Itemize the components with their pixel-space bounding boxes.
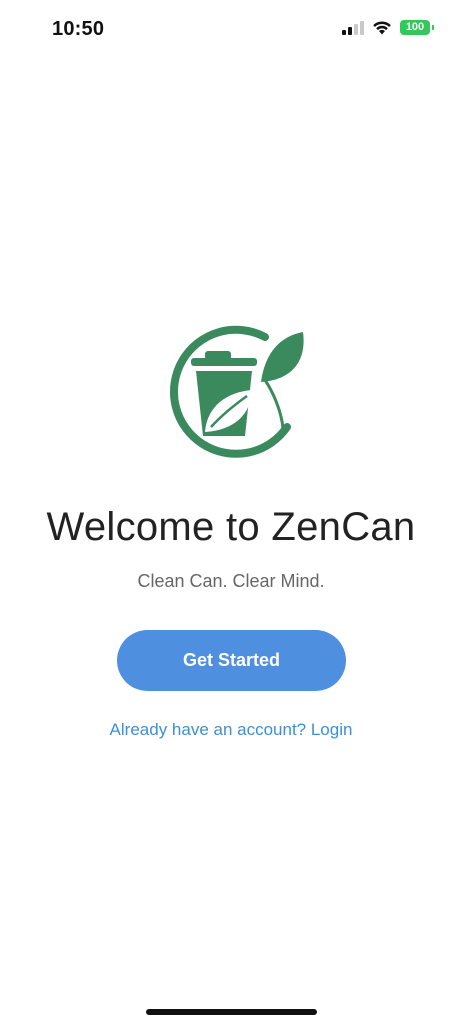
login-link[interactable]: Already have an account? Login xyxy=(0,720,462,740)
battery-level: 100 xyxy=(405,21,425,33)
welcome-title: Welcome to ZenCan xyxy=(46,505,416,549)
zencan-logo xyxy=(170,325,304,458)
status-time: 10:50 xyxy=(52,18,105,40)
cellular-signal-icon xyxy=(342,20,364,35)
status-bar: 10:50 100 xyxy=(0,0,462,60)
battery-icon: 100 xyxy=(400,20,434,35)
tagline: Clean Can. Clear Mind. xyxy=(137,571,325,591)
status-indicators: 100 xyxy=(342,20,434,35)
home-indicator[interactable] xyxy=(146,1009,317,1015)
get-started-button[interactable]: Get Started xyxy=(117,630,346,691)
wifi-icon xyxy=(373,21,391,35)
